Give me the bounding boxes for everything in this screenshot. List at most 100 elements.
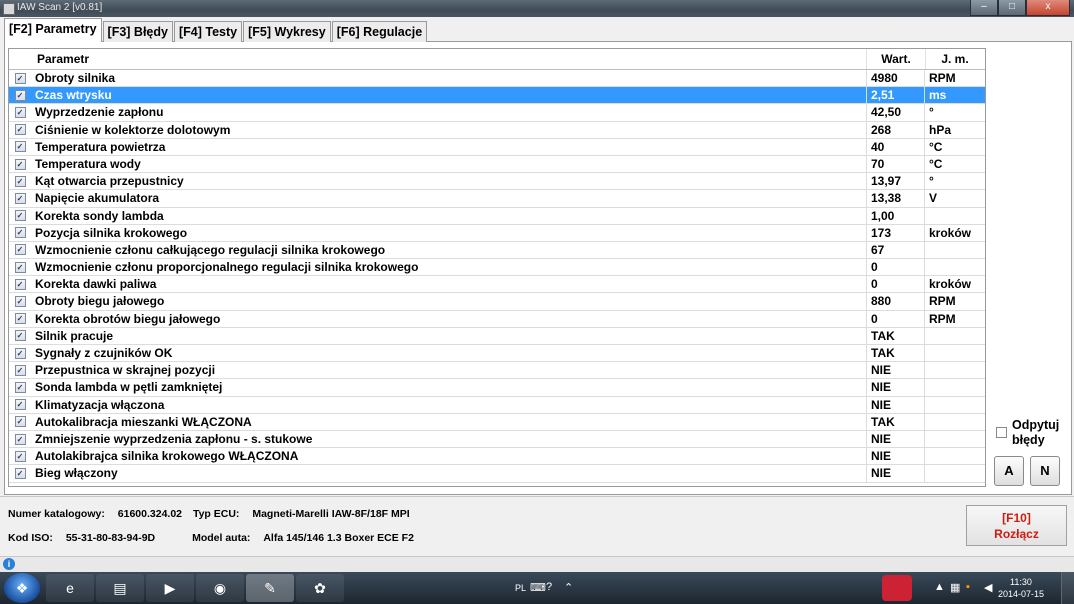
row-checkbox[interactable]: ✓ [14,141,26,153]
poll-errors-checkbox[interactable] [996,427,1007,438]
row-checkbox[interactable]: ✓ [14,72,26,84]
row-checkbox[interactable]: ✓ [14,261,26,273]
param-value: 13,97 [867,173,925,190]
row-checkbox[interactable]: ✓ [14,244,26,256]
table-row[interactable]: ✓ Kąt otwarcia przepustnicy 13,97 ° [9,173,985,191]
table-row[interactable]: ✓ Czas wtrysku 2,51 ms [9,87,985,105]
explorer-icon[interactable]: ▤ [96,574,144,602]
power-icon[interactable]: ▪ [966,581,970,593]
catalog-label: Numer katalogowy: [8,508,105,520]
header-value[interactable]: Wart. [867,49,926,69]
row-checkbox-cell: ✓ [9,208,31,224]
media-player-icon[interactable]: ▶ [146,574,194,602]
row-checkbox[interactable]: ✓ [14,416,26,428]
table-row[interactable]: ✓ Klimatyzacja włączona NIE [9,396,985,414]
row-checkbox-cell: ✓ [9,173,31,189]
row-checkbox[interactable]: ✓ [14,106,26,118]
row-checkbox[interactable]: ✓ [14,192,26,204]
table-row[interactable]: ✓ Korekta sondy lambda 1,00 [9,207,985,225]
row-checkbox-cell: ✓ [9,448,31,464]
tab-2[interactable]: [F4] Testy [173,21,243,42]
tab-0[interactable]: [F2] Parametry [4,18,102,42]
clock-time: 11:30 [1010,577,1032,587]
parameters-grid[interactable]: Parametr Wart. J. m. ✓ Obroty silnika 4980… [8,48,986,487]
row-checkbox[interactable]: ✓ [14,433,26,445]
table-row[interactable]: ✓ Pozycja silnika krokowego 173 kroków [9,224,985,242]
param-unit [925,465,983,481]
clock[interactable]: 11:30 2014-07-15 [998,576,1044,600]
disconnect-button[interactable]: [F10] Rozłącz [966,505,1067,546]
row-checkbox[interactable]: ✓ [14,330,26,342]
ie-icon[interactable]: e [46,574,94,602]
close-button[interactable]: x [1026,0,1070,16]
row-checkbox[interactable]: ✓ [14,158,26,170]
table-row[interactable]: ✓ Temperatura wody 70 °C [9,155,985,174]
table-row[interactable]: ✓ Obroty biegu jałowego 880 RPM [9,293,985,311]
table-row[interactable]: ✓ Temperatura powietrza 40 °C [9,138,985,156]
table-row[interactable]: ✓ Silnik pracuje TAK [9,327,985,345]
tray-chevron-icon[interactable]: ⌃ [564,581,573,594]
maximize-button[interactable]: □ [998,0,1026,16]
table-row[interactable]: ✓ Korekta obrotów biegu jałowego 0 RPM [9,310,985,328]
row-checkbox[interactable]: ✓ [14,381,26,393]
table-row[interactable]: ✓ Autolakibrajca silnika krokowego WŁĄCZO… [9,448,985,466]
header-unit[interactable]: J. m. [926,49,984,69]
table-row[interactable]: ✓ Zmniejszenie wyprzedzenia zapłonu - s. … [9,430,985,449]
row-checkbox[interactable]: ✓ [14,313,26,325]
table-row[interactable]: ✓ Ciśnienie w kolektorze dolotowym 268 hPa [9,121,985,139]
row-checkbox[interactable]: ✓ [14,124,26,136]
tab-1[interactable]: [F3] Błędy [102,21,173,42]
param-unit: RPM [929,71,956,85]
row-checkbox[interactable]: ✓ [14,89,26,101]
row-checkbox-cell: ✓ [9,328,31,344]
row-checkbox-cell: ✓ [9,87,31,103]
table-row[interactable]: ✓ Korekta dawki paliwa 0 kroków [9,276,985,294]
clock-date: 2014-07-15 [997,589,1044,599]
row-checkbox[interactable]: ✓ [14,347,26,359]
row-checkbox[interactable]: ✓ [14,175,26,187]
table-row[interactable]: ✓ Autokalibracja mieszanki WŁĄCZONA TAK [9,413,985,431]
row-checkbox[interactable]: ✓ [14,210,26,222]
paint-icon[interactable]: ✿ [296,574,344,602]
table-row[interactable]: ✓ Obroty silnika 4980 RPM [9,70,985,88]
minimize-button[interactable]: – [970,0,998,16]
row-checkbox[interactable]: ✓ [14,364,26,376]
table-row[interactable]: ✓ Napięcie akumulatora 13,38 V [9,190,985,208]
row-checkbox[interactable]: ✓ [14,399,26,411]
param-value: 880 [867,293,925,310]
row-checkbox[interactable]: ✓ [14,450,26,462]
row-checkbox-cell: ✓ [9,70,31,86]
keyboard-icon[interactable]: ⌨ [530,581,546,594]
table-row[interactable]: ✓ Bieg włączony NIE [9,465,985,483]
table-row[interactable]: ✓ Wzmocnienie członu proporcjonalnego reg… [9,259,985,277]
row-checkbox[interactable]: ✓ [14,278,26,290]
app-tray-icon[interactable] [882,575,912,601]
n-button[interactable]: N [1030,456,1060,486]
table-row[interactable]: ✓ Wzmocnienie członu całkującego regulacj… [9,241,985,260]
table-row[interactable]: ✓ Sygnały z czujników OK TAK [9,345,985,363]
show-hidden-icons[interactable]: ▲ [934,581,945,593]
param-unit [925,448,983,464]
table-row[interactable]: ✓ Przepustnica w skrajnej pozycji NIE [9,362,985,380]
table-row[interactable]: ✓ Sonda lambda w pętli zamkniętej NIE [9,379,985,397]
iaw-scan-taskbar-icon[interactable]: ✎ [246,574,294,602]
ecu-label: Typ ECU: [192,508,240,520]
a-button[interactable]: A [994,456,1024,486]
table-row[interactable]: ✓ Wyprzedzenie zapłonu 42,50 ° [9,104,985,122]
show-desktop-button[interactable] [1061,572,1074,604]
row-checkbox[interactable]: ✓ [14,296,26,308]
row-checkbox[interactable]: ✓ [14,467,26,479]
start-button[interactable]: ❖ [4,573,40,603]
param-value: NIE [867,396,925,413]
param-name: Czas wtrysku [31,87,867,104]
language-indicator[interactable]: PL [515,583,526,593]
row-checkbox[interactable]: ✓ [14,227,26,239]
tab-3[interactable]: [F5] Wykresy [243,21,331,42]
chrome-icon[interactable]: ◉ [196,574,244,602]
header-parameter[interactable]: Parametr [31,49,867,69]
row-checkbox-cell: ✓ [9,397,31,413]
volume-icon[interactable]: ◀ [984,581,992,594]
network-icon[interactable]: ▦ [950,581,960,594]
tab-4[interactable]: [F6] Regulacje [331,21,428,42]
help-icon[interactable]: ? [546,581,552,593]
